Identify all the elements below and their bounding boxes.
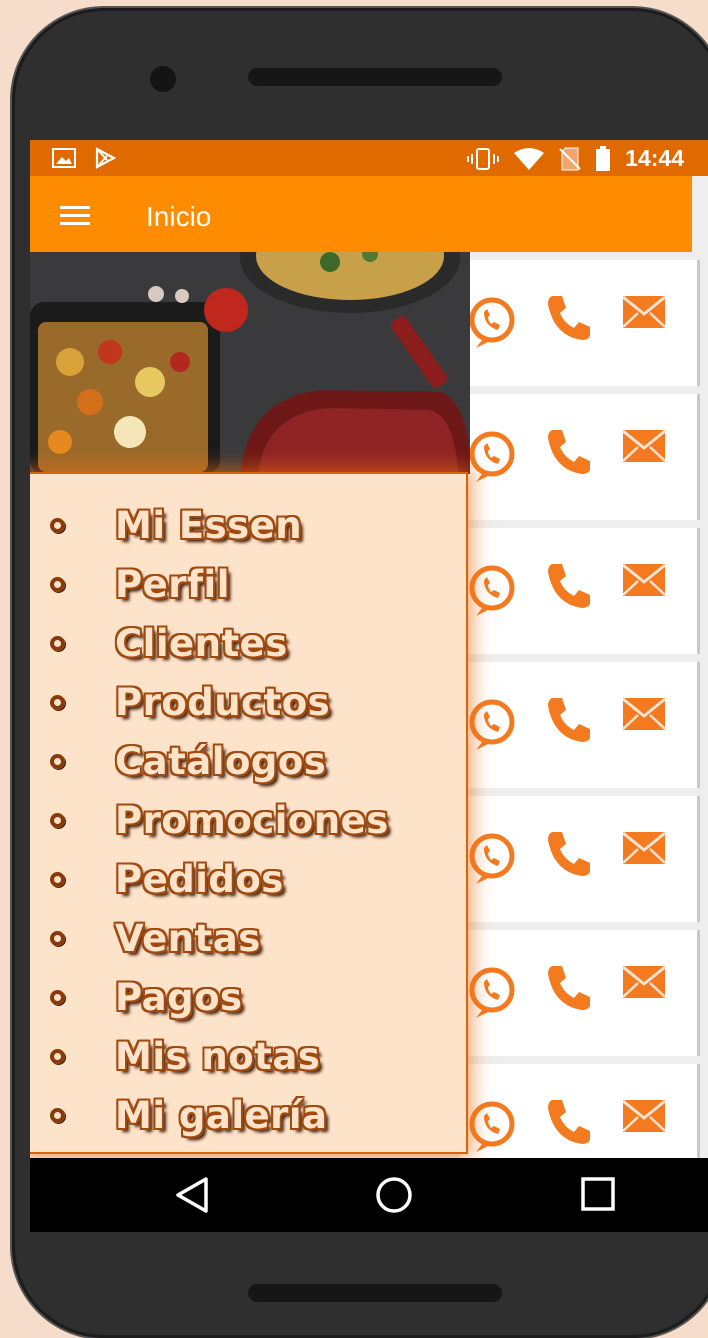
front-camera xyxy=(150,66,176,92)
app-bar-title: Inicio xyxy=(146,201,212,232)
status-time: 14:44 xyxy=(625,145,684,171)
navigation-drawer: Mi Essen Perfil Clientes Productos Catálogos… xyxy=(30,472,468,1154)
bullet-icon xyxy=(50,1108,65,1123)
drawer-item-productos[interactable]: Productos xyxy=(30,673,466,732)
bottom-speaker xyxy=(248,1284,502,1302)
phone-icon[interactable] xyxy=(544,962,592,1016)
mail-icon[interactable] xyxy=(622,694,666,738)
phone-icon[interactable] xyxy=(544,426,592,480)
drawer-item-mis-notas[interactable]: Mis notas xyxy=(30,1027,466,1086)
drawer-item-pedidos[interactable]: Pedidos xyxy=(30,850,466,909)
earpiece-speaker xyxy=(248,68,502,86)
drawer-item-mi-galería[interactable]: Mi galería xyxy=(30,1086,466,1145)
bullet-icon xyxy=(50,518,65,533)
recents-icon[interactable] xyxy=(580,1176,616,1212)
drawer-item-mi-essen[interactable]: Mi Essen xyxy=(30,496,466,555)
wifi-icon xyxy=(514,147,545,170)
drawer-item-promociones[interactable]: Promociones xyxy=(30,791,466,850)
whatsapp-icon[interactable] xyxy=(466,962,522,1026)
image-icon xyxy=(52,148,76,168)
drawer-item-label: Pagos xyxy=(115,976,243,1019)
drawer-item-label: Mi galería xyxy=(115,1094,328,1137)
drawer-item-label: Mi Essen xyxy=(115,504,303,547)
bullet-icon xyxy=(50,695,65,710)
drawer-item-label: Promociones xyxy=(115,799,389,842)
phone-icon[interactable] xyxy=(544,694,592,748)
drawer-item-label: Perfil xyxy=(115,563,230,606)
home-icon[interactable] xyxy=(375,1176,413,1214)
drawer-item-perfil[interactable]: Perfil xyxy=(30,555,466,614)
whatsapp-icon[interactable] xyxy=(466,694,522,758)
mail-icon[interactable] xyxy=(622,828,666,872)
app-bar: Inicio xyxy=(30,176,692,252)
contact-row[interactable] xyxy=(460,662,700,788)
mail-icon[interactable] xyxy=(622,1096,666,1140)
bullet-icon xyxy=(50,872,65,887)
mail-icon[interactable] xyxy=(622,962,666,1006)
phone-icon[interactable] xyxy=(544,1096,592,1150)
vibrate-icon xyxy=(467,147,500,170)
bullet-icon xyxy=(50,813,65,828)
contact-row[interactable] xyxy=(460,260,700,386)
mail-icon[interactable] xyxy=(622,292,666,336)
bullet-icon xyxy=(50,636,65,651)
whatsapp-icon[interactable] xyxy=(466,560,522,624)
drawer-item-label: Ventas xyxy=(115,917,261,960)
bullet-icon xyxy=(50,931,65,946)
contact-row[interactable] xyxy=(460,930,700,1056)
contact-row[interactable] xyxy=(460,528,700,654)
phone-icon[interactable] xyxy=(544,292,592,346)
no-sim-icon xyxy=(559,147,581,170)
drawer-menu-list: Mi Essen Perfil Clientes Productos Catálogos… xyxy=(30,474,466,1145)
hamburger-menu-icon[interactable] xyxy=(60,206,90,226)
system-nav-bar xyxy=(30,1158,708,1232)
phone-icon[interactable] xyxy=(544,828,592,882)
bullet-icon xyxy=(50,1049,65,1064)
whatsapp-icon[interactable] xyxy=(466,426,522,490)
drawer-item-label: Clientes xyxy=(115,622,288,665)
whatsapp-icon[interactable] xyxy=(466,828,522,892)
whatsapp-icon[interactable] xyxy=(466,292,522,356)
contact-row[interactable] xyxy=(460,796,700,922)
whatsapp-icon[interactable] xyxy=(466,1096,522,1160)
phone-screen: 14:44 Inicio Mi Essen Perfil Clientes Pr… xyxy=(30,140,708,1232)
bullet-icon xyxy=(50,990,65,1005)
mail-icon[interactable] xyxy=(622,560,666,604)
battery-icon xyxy=(596,145,611,171)
drawer-item-ventas[interactable]: Ventas xyxy=(30,909,466,968)
drawer-item-clientes[interactable]: Clientes xyxy=(30,614,466,673)
drawer-item-label: Pedidos xyxy=(115,858,284,901)
bullet-icon xyxy=(50,577,65,592)
drawer-item-label: Mis notas xyxy=(115,1035,321,1078)
phone-icon[interactable] xyxy=(544,560,592,614)
mail-icon[interactable] xyxy=(622,426,666,470)
contact-list xyxy=(460,260,700,1198)
drawer-item-catálogos[interactable]: Catálogos xyxy=(30,732,466,791)
drawer-item-pagos[interactable]: Pagos xyxy=(30,968,466,1027)
back-icon[interactable] xyxy=(174,1176,210,1214)
play-store-icon xyxy=(95,147,116,169)
status-bar: 14:44 xyxy=(30,140,708,176)
contact-row[interactable] xyxy=(460,394,700,520)
drawer-header-image xyxy=(30,252,470,474)
drawer-item-label: Catálogos xyxy=(115,740,327,783)
drawer-item-label: Productos xyxy=(115,681,331,724)
bullet-icon xyxy=(50,754,65,769)
